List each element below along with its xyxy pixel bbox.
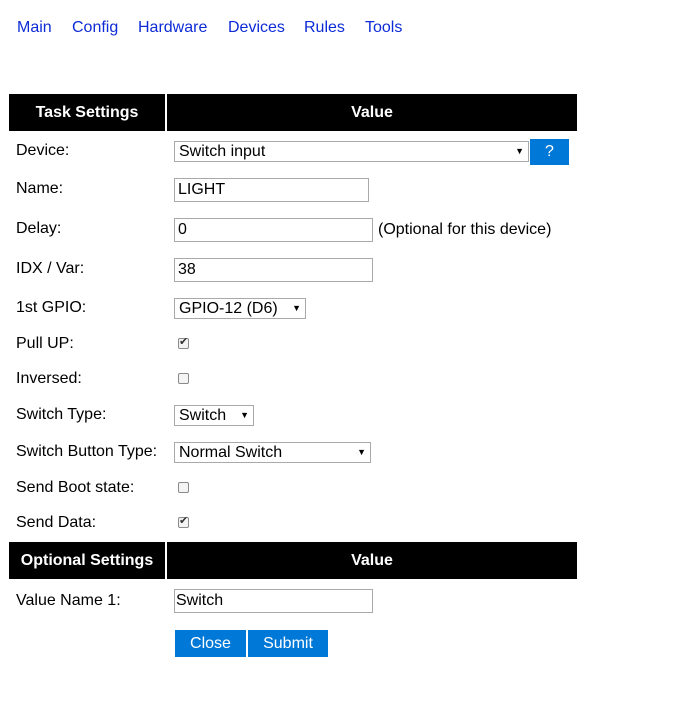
gpio-select-value: GPIO-12 (D6): [179, 300, 278, 317]
value-name-1-label: Value Name 1:: [16, 592, 121, 609]
idx-input[interactable]: 38: [174, 258, 373, 282]
send-boot-label: Send Boot state:: [16, 479, 135, 496]
name-input[interactable]: LIGHT: [174, 178, 369, 202]
inversed-label: Inversed:: [16, 370, 82, 387]
inversed-checkbox[interactable]: [178, 373, 189, 384]
chevron-down-icon: ▼: [515, 146, 524, 156]
optional-value-header: Value: [167, 542, 577, 579]
nav-tools[interactable]: Tools: [365, 19, 402, 37]
chevron-down-icon: ▼: [292, 303, 301, 313]
name-label: Name:: [16, 180, 64, 197]
submit-button[interactable]: Submit: [248, 630, 328, 657]
close-button[interactable]: Close: [175, 630, 246, 657]
nav-hardware[interactable]: Hardware: [138, 19, 207, 37]
task-settings-header: Task Settings: [9, 94, 165, 131]
delay-input[interactable]: 0: [174, 218, 373, 242]
nav-config[interactable]: Config: [72, 19, 118, 37]
device-select[interactable]: Switch input ▼: [174, 141, 529, 162]
pullup-checkbox[interactable]: ✔: [178, 336, 189, 349]
send-data-label: Send Data:: [16, 514, 97, 531]
send-boot-checkbox[interactable]: [178, 482, 189, 493]
switch-type-select-value: Switch: [179, 407, 227, 424]
idx-label: IDX / Var:: [16, 260, 85, 277]
checkmark-icon: ✔: [179, 336, 189, 348]
device-label: Device:: [16, 142, 70, 159]
switch-button-type-select[interactable]: Normal Switch ▼: [174, 442, 371, 463]
send-data-checkbox[interactable]: ✔: [178, 515, 189, 528]
nav-rules[interactable]: Rules: [304, 19, 345, 37]
switch-button-type-label: Switch Button Type:: [16, 443, 158, 460]
switch-type-label: Switch Type:: [16, 406, 107, 423]
gpio-label: 1st GPIO:: [16, 299, 87, 316]
device-select-value: Switch input: [179, 143, 266, 160]
checkmark-icon: ✔: [179, 515, 189, 527]
chevron-down-icon: ▼: [240, 410, 249, 420]
nav-main[interactable]: Main: [17, 19, 52, 37]
task-value-header: Value: [167, 94, 577, 131]
value-name-1-input[interactable]: Switch: [174, 589, 373, 613]
nav-devices[interactable]: Devices: [228, 19, 285, 37]
delay-label: Delay:: [16, 220, 62, 237]
pullup-label: Pull UP:: [16, 335, 74, 352]
switch-type-select[interactable]: Switch ▼: [174, 405, 254, 426]
gpio-select[interactable]: GPIO-12 (D6) ▼: [174, 298, 306, 319]
chevron-down-icon: ▼: [357, 447, 366, 457]
switch-button-type-select-value: Normal Switch: [179, 444, 283, 461]
help-button[interactable]: ?: [530, 139, 569, 165]
optional-settings-header: Optional Settings: [9, 542, 165, 579]
delay-note: (Optional for this device): [378, 221, 552, 238]
